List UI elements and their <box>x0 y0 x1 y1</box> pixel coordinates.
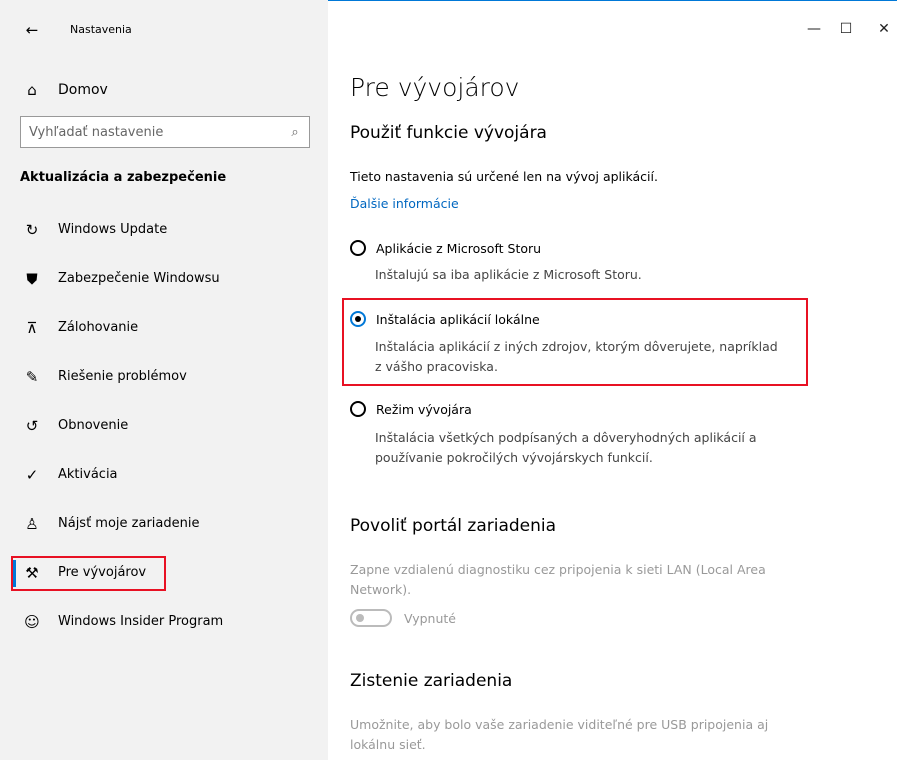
device-discovery-desc-line1: Umožnite, aby bolo vaše zariadenie vidit… <box>350 717 769 732</box>
sidebar-item-troubleshoot[interactable]: ✎ Riešenie problémov <box>0 352 328 401</box>
sidebar-item-label: Zálohovanie <box>58 320 139 335</box>
search-box[interactable]: ⌕ <box>20 116 310 148</box>
device-portal-desc-line2: Network). <box>350 582 412 597</box>
back-arrow-icon[interactable]: ← <box>22 20 42 40</box>
sidebar-item-find-my-device[interactable]: ♙ Nájsť moje zariadenie <box>0 499 328 548</box>
radio-store-apps-desc: Inštalujú sa iba aplikácie z Microsoft S… <box>375 267 642 282</box>
sidebar-item-label: Zabezpečenie Windowsu <box>58 271 220 286</box>
sidebar-nav: ↻ Windows Update ⛊ Zabezpečenie Windowsu… <box>0 205 328 646</box>
sidebar: ← Nastavenia ⌂ Domov ⌕ Aktualizácia a za… <box>0 0 328 760</box>
person-location-icon: ♙ <box>25 514 39 533</box>
minimize-button[interactable]: — <box>804 19 824 39</box>
sidebar-item-windows-insider[interactable]: ☺ Windows Insider Program <box>0 597 328 646</box>
page-title: Pre vývojárov <box>350 73 520 102</box>
home-icon: ⌂ <box>27 81 37 99</box>
sidebar-item-backup[interactable]: ⊼ Zálohovanie <box>0 303 328 352</box>
check-circle-icon: ✓ <box>25 465 39 484</box>
maximize-button[interactable]: ☐ <box>836 19 856 39</box>
section-title: Aktualizácia a zabezpečenie <box>20 170 227 185</box>
radio-developer-mode[interactable]: Režim vývojára <box>350 401 472 417</box>
backup-icon: ⊼ <box>26 318 38 337</box>
main-content: — ☐ ✕ Pre vývojárov Použiť funkcie vývoj… <box>328 0 897 760</box>
search-input[interactable] <box>21 118 281 146</box>
refresh-icon: ↻ <box>25 220 39 239</box>
dev-features-description: Tieto nastavenia sú určené len na vývoj … <box>350 169 658 184</box>
sidebar-item-label: Windows Insider Program <box>58 614 224 629</box>
radio-button[interactable] <box>350 240 366 256</box>
radio-developer-mode-desc-line2: používanie pokročilých vývojárskych funk… <box>375 450 653 465</box>
nav-home[interactable]: ⌂ Domov <box>22 79 108 101</box>
radio-sideload-apps-desc-line1: Inštalácia aplikácií z iných zdrojov, kt… <box>375 339 778 354</box>
app-title: Nastavenia <box>70 23 132 36</box>
radio-store-apps[interactable]: Aplikácie z Microsoft Storu <box>350 240 541 256</box>
radio-button[interactable] <box>350 401 366 417</box>
radio-sideload-apps[interactable]: Inštalácia aplikácií lokálne <box>350 311 540 327</box>
sidebar-item-label: Aktivácia <box>58 467 118 482</box>
radio-sideload-apps-desc-line2: z vášho pracoviska. <box>375 359 498 374</box>
sidebar-item-windows-security[interactable]: ⛊ Zabezpečenie Windowsu <box>0 254 328 303</box>
sidebar-item-label: Riešenie problémov <box>58 369 187 384</box>
radio-label: Režim vývojára <box>376 401 472 417</box>
more-info-link[interactable]: Ďalšie informácie <box>350 196 459 211</box>
device-portal-toggle[interactable] <box>350 609 392 627</box>
recovery-icon: ↺ <box>25 416 39 435</box>
nav-home-label: Domov <box>58 82 108 98</box>
sidebar-item-label: Nájsť moje zariadenie <box>58 516 200 531</box>
search-icon[interactable]: ⌕ <box>281 125 309 140</box>
device-portal-heading: Povoliť portál zariadenia <box>350 516 557 536</box>
sidebar-item-label: Windows Update <box>58 222 168 237</box>
dev-features-heading: Použiť funkcie vývojára <box>350 123 547 143</box>
insider-cat-icon: ☺ <box>24 612 40 631</box>
device-discovery-heading: Zistenie zariadenia <box>350 671 513 691</box>
wrench-icon: ✎ <box>25 367 39 386</box>
sidebar-item-for-developers[interactable]: ⚒ Pre vývojárov <box>0 548 328 597</box>
radio-label: Inštalácia aplikácií lokálne <box>376 311 540 327</box>
sidebar-item-label: Obnovenie <box>58 418 129 433</box>
radio-developer-mode-desc-line1: Inštalácia všetkých podpísaných a dôvery… <box>375 430 757 445</box>
sidebar-item-recovery[interactable]: ↺ Obnovenie <box>0 401 328 450</box>
sidebar-item-windows-update[interactable]: ↻ Windows Update <box>0 205 328 254</box>
radio-label: Aplikácie z Microsoft Storu <box>376 240 542 256</box>
device-portal-desc-line1: Zapne vzdialenú diagnostiku cez pripojen… <box>350 562 766 577</box>
radio-button-selected[interactable] <box>350 311 366 327</box>
device-portal-toggle-row: Vypnuté <box>350 609 456 627</box>
highlight-box <box>11 556 166 591</box>
shield-icon: ⛊ <box>26 269 38 288</box>
device-discovery-desc-line2: lokálnu sieť. <box>350 737 426 752</box>
close-button[interactable]: ✕ <box>874 19 894 39</box>
sidebar-item-activation[interactable]: ✓ Aktivácia <box>0 450 328 499</box>
toggle-state-label: Vypnuté <box>404 610 456 626</box>
